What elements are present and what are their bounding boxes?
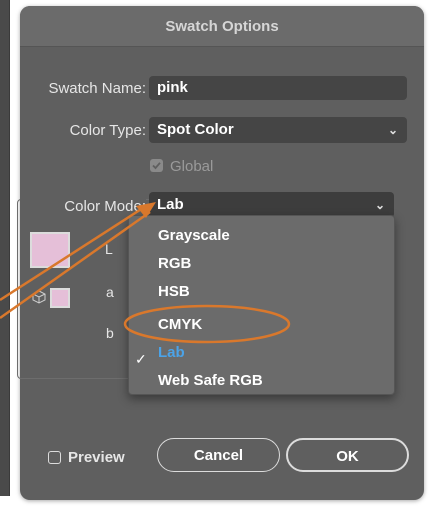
global-label: Global [170,158,214,175]
menu-item-hsb[interactable]: HSB [158,283,190,300]
menu-item-rgb[interactable]: RGB [158,255,191,272]
slider-label-l: L [105,241,113,257]
slider-label-a: a [106,284,114,300]
chevron-down-icon: ⌄ [387,123,398,137]
color-mode-menu: Grayscale RGB HSB CMYK ✓ Lab Web Safe RG… [128,215,395,395]
background-window-edge [0,0,10,496]
color-mode-value: Lab [157,196,184,213]
swatch-name-label: Swatch Name: [48,80,146,97]
preview-label: Preview [68,449,125,466]
global-checkbox[interactable] [150,159,163,172]
preview-checkbox[interactable] [48,451,61,464]
dialog-titlebar: Swatch Options [20,6,424,47]
checkmark-icon: ✓ [135,351,147,367]
color-type-value: Spot Color [157,121,234,138]
menu-item-web-safe-rgb[interactable]: Web Safe RGB [158,372,263,389]
swatch-name-value: pink [157,79,188,96]
out-of-web-color-icon[interactable] [32,290,46,304]
color-mode-label: Color Mode: [20,198,146,215]
color-type-label: Color Type: [69,122,146,139]
dialog-title: Swatch Options [165,18,279,35]
swatch-name-input[interactable]: pink [149,76,407,100]
checkmark-icon [152,162,161,170]
slider-label-b: b [106,325,114,341]
ok-button[interactable]: OK [286,438,409,472]
menu-item-lab[interactable]: Lab [158,344,185,361]
color-type-select[interactable]: Spot Color ⌄ [149,117,407,143]
color-swatch-preview [30,232,70,268]
menu-item-cmyk[interactable]: CMYK [158,316,202,333]
web-safe-swatch[interactable] [50,288,70,308]
menu-item-grayscale[interactable]: Grayscale [158,227,230,244]
cancel-button[interactable]: Cancel [157,438,280,472]
